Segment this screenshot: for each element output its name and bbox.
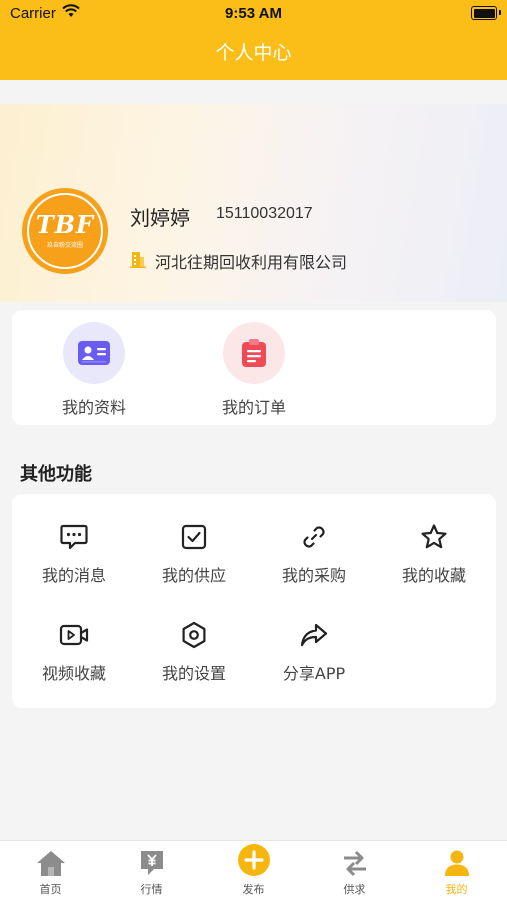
- my-orders-label: 我的订单: [221, 398, 286, 417]
- tab-publish[interactable]: 发布: [203, 841, 304, 900]
- video-icon: [14, 620, 134, 650]
- star-icon: [374, 522, 494, 552]
- profile-banner[interactable]: TBF 玖自粉交流圈 刘婷婷 15110032017 河北往期回收利用有限公司: [0, 104, 507, 302]
- share-app-label: 分享APP: [282, 664, 346, 683]
- plus-icon: [203, 841, 304, 877]
- tab-home[interactable]: 首页: [0, 841, 101, 900]
- price-icon: [101, 841, 202, 877]
- my-favorites-label: 我的收藏: [401, 566, 466, 585]
- video-favorites-button[interactable]: 视频收藏: [14, 620, 134, 684]
- section-title: 其他功能: [20, 464, 92, 485]
- user-name: 刘婷婷: [130, 206, 190, 230]
- id-card-icon: [63, 322, 125, 384]
- home-icon: [0, 841, 101, 877]
- checkbox-icon: [134, 522, 254, 552]
- share-icon: [254, 620, 374, 650]
- my-favorites-button[interactable]: 我的收藏: [374, 522, 494, 586]
- my-purchase-button[interactable]: 我的采购: [254, 522, 374, 586]
- page-title: 个人中心: [215, 42, 292, 64]
- company-name: 河北往期回收利用有限公司: [155, 253, 348, 272]
- tab-market-label: 行情: [140, 883, 163, 896]
- tab-publish-label: 发布: [242, 883, 265, 896]
- other-functions-card: 我的消息 我的供应 我的采购 我的收藏 视频收藏 我的设置 分享APP: [12, 494, 496, 708]
- my-settings-label: 我的设置: [161, 664, 226, 683]
- battery-icon: [471, 6, 501, 20]
- share-app-button[interactable]: 分享APP: [254, 620, 374, 684]
- link-icon: [254, 522, 374, 552]
- my-supply-button[interactable]: 我的供应: [134, 522, 254, 586]
- my-messages-button[interactable]: 我的消息: [14, 522, 134, 586]
- my-profile-label: 我的资料: [61, 398, 126, 417]
- avatar[interactable]: TBF 玖自粉交流圈: [22, 188, 108, 274]
- swap-icon: [304, 841, 405, 877]
- building-icon: [130, 250, 146, 272]
- status-bar: Carrier 9:53 AM: [0, 0, 507, 28]
- tab-supply-demand[interactable]: 供求: [304, 841, 405, 900]
- my-settings-button[interactable]: 我的设置: [134, 620, 254, 684]
- quick-actions-card: 我的资料 我的订单: [12, 310, 496, 425]
- user-phone: 15110032017: [216, 205, 313, 222]
- tab-market[interactable]: 行情: [101, 841, 202, 900]
- bottom-tab-bar: 首页 行情 发布 供求 我的: [0, 840, 507, 900]
- my-supply-label: 我的供应: [161, 566, 226, 585]
- my-purchase-label: 我的采购: [281, 566, 346, 585]
- tab-mine-label: 我的: [445, 883, 468, 896]
- video-favorites-label: 视频收藏: [41, 664, 106, 683]
- my-orders-button[interactable]: 我的订单: [204, 322, 304, 418]
- tab-mine[interactable]: 我的: [406, 841, 507, 900]
- app-header: Carrier 9:53 AM 个人中心: [0, 0, 507, 80]
- my-messages-label: 我的消息: [41, 566, 106, 585]
- clock: 9:53 AM: [225, 5, 282, 22]
- message-icon: [14, 522, 134, 552]
- clipboard-icon: [223, 322, 285, 384]
- my-profile-button[interactable]: 我的资料: [44, 322, 144, 418]
- user-icon: [406, 841, 507, 877]
- tab-home-label: 首页: [39, 883, 62, 896]
- settings-icon: [134, 620, 254, 650]
- tab-supply-demand-label: 供求: [343, 883, 366, 896]
